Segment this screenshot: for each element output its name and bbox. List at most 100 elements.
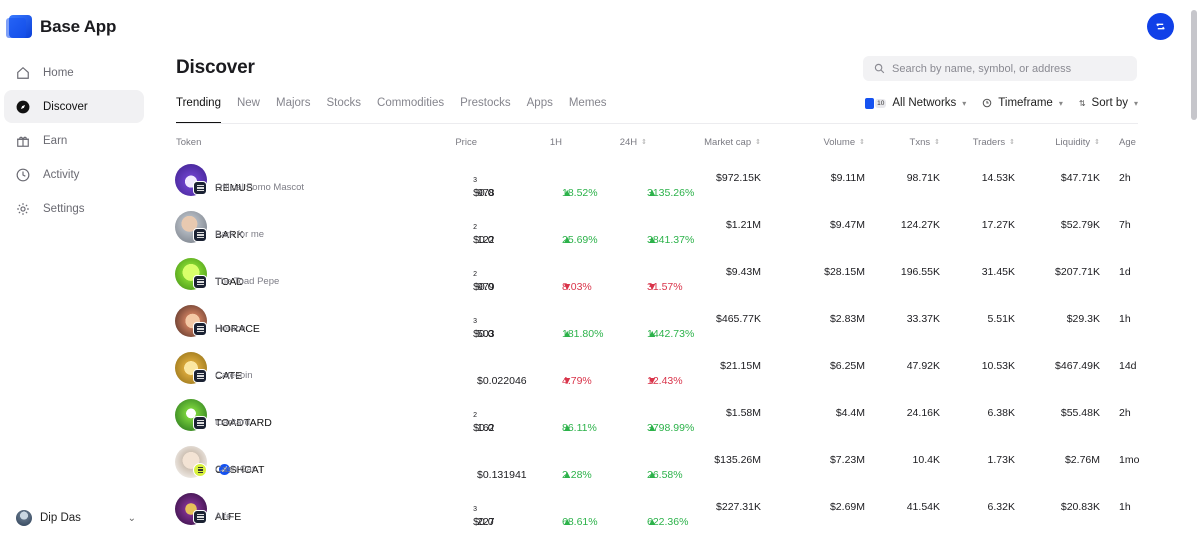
table-row[interactable]: ALFE Alfe $0.0 3 227 ▲ 68.61% ▲ 622.36% $227… <box>0 486 1200 533</box>
col-age[interactable]: Age <box>1119 137 1136 148</box>
sort-icon: ⇅ <box>1078 98 1086 108</box>
search-input[interactable] <box>892 62 1122 75</box>
sidebar-item-discover[interactable]: Discover <box>4 90 144 123</box>
col-volume[interactable]: Volume ⇕ <box>823 137 865 148</box>
age: 7h <box>1119 219 1131 231</box>
col-24h-label: 24H <box>619 137 638 148</box>
token-price: $0.0 3 503 <box>473 318 495 340</box>
market-cap: $1.58M <box>725 407 761 419</box>
swap-button[interactable] <box>1147 13 1174 40</box>
networks-count: 10 <box>875 98 887 108</box>
token-price: $0.0 3 978 <box>473 177 495 199</box>
filter-bar: 10 All Networks ▾ Timeframe ▾ ⇅ Sort by … <box>849 97 1138 109</box>
table-row[interactable]: REMUS Official Fomo Mascot $0.0 3 978 ▲ 18.… <box>0 157 1200 204</box>
volume: $6.25M <box>829 360 865 372</box>
col-liquidity[interactable]: Liquidity ⇕ <box>1055 137 1100 148</box>
table-row[interactable]: HORACE Horace $0.0 3 503 ▲ 181.80% ▲ 1442.73… <box>0 298 1200 345</box>
market-cap: $972.15K <box>716 172 761 184</box>
col-1h[interactable]: 1H <box>550 137 562 148</box>
home-icon <box>15 65 31 81</box>
age: 1d <box>1119 266 1131 278</box>
tab-stocks[interactable]: Stocks <box>327 97 362 124</box>
tab-memes[interactable]: Memes <box>569 97 607 124</box>
col-liquidity-label: Liquidity <box>1055 137 1091 148</box>
traders: 17.27K <box>981 219 1015 231</box>
sort-filter[interactable]: ⇅ Sort by ▾ <box>1079 97 1138 109</box>
base-logo-icon <box>6 15 32 38</box>
volume: $2.83M <box>829 313 865 325</box>
network-badge-icon <box>193 463 207 477</box>
market-cap: $9.43M <box>725 266 761 278</box>
chevron-down-icon: ▾ <box>1133 98 1138 108</box>
sidebar-item-label: Discover <box>43 100 88 113</box>
tab-trending[interactable]: Trending <box>176 97 221 124</box>
traders: 31.45K <box>981 266 1015 278</box>
token-table: REMUS Official Fomo Mascot $0.0 3 978 ▲ 18.… <box>0 157 1200 533</box>
txns: 41.54K <box>906 501 940 513</box>
table-row[interactable]: BARK Bark for me $0.0 2 122 ▲ 25.69% ▲ 3841.… <box>0 204 1200 251</box>
age: 14d <box>1119 360 1137 372</box>
txns: 24.16K <box>906 407 940 419</box>
tab-apps[interactable]: Apps <box>527 97 553 124</box>
table-row[interactable]: CASHCAT ✓ Cash Cat $0.131941 ▲ 2.28% ▲ 26.5… <box>0 439 1200 486</box>
age: 2h <box>1119 407 1131 419</box>
network-badge-icon <box>193 369 207 383</box>
market-cap: $21.15M <box>720 360 761 372</box>
traders: 1.73K <box>987 454 1015 466</box>
txns: 10.4K <box>912 454 940 466</box>
tab-prestocks[interactable]: Prestocks <box>460 97 511 124</box>
sort-icon: ⇕ <box>755 139 761 146</box>
col-token-label: Token <box>176 137 202 148</box>
table-row[interactable]: TOADTARD toadtard $0.0 2 162 ▲ 86.11% ▲ 3798… <box>0 392 1200 439</box>
volume: $2.69M <box>829 501 865 513</box>
network-badge-icon <box>193 228 207 242</box>
traders: 5.51K <box>987 313 1015 325</box>
col-24h[interactable]: 24H ⇕ <box>620 137 647 148</box>
sidebar-item-home[interactable]: Home <box>4 56 144 89</box>
traders: 6.32K <box>987 501 1015 513</box>
col-price-label: Price <box>455 137 477 148</box>
col-market-cap[interactable]: Market cap ⇕ <box>704 137 761 148</box>
app-logo[interactable]: Base App <box>6 15 117 38</box>
timeframe-filter[interactable]: Timeframe ▾ <box>982 97 1063 109</box>
networks-filter[interactable]: 10 All Networks ▾ <box>865 97 966 109</box>
volume: $9.11M <box>830 172 865 184</box>
age: 1h <box>1119 501 1131 513</box>
token-name: Bark for me <box>215 229 265 240</box>
tab-majors[interactable]: Majors <box>276 97 311 124</box>
col-price[interactable]: Price <box>455 137 477 148</box>
volume: $9.47M <box>829 219 865 231</box>
network-badge-icon <box>193 322 207 336</box>
table-header: Token Price 1H 24H ⇕ Market cap ⇕ Volume ⇕ … <box>0 137 1200 151</box>
token-name: toadtard <box>215 417 250 428</box>
token-name: Cash Cat <box>215 464 255 475</box>
age: 2h <box>1119 172 1131 184</box>
col-txns[interactable]: Txns ⇕ <box>910 137 940 148</box>
network-badge-icon <box>193 181 207 195</box>
token-name: Alfe <box>215 511 232 522</box>
col-traders[interactable]: Traders ⇕ <box>973 137 1015 148</box>
search-bar[interactable] <box>863 56 1137 81</box>
age: 1h <box>1119 313 1131 325</box>
table-row[interactable]: TOAD The Toad Pepe $0.0 2 979 ▼ 8.03% ▼ 31.5… <box>0 251 1200 298</box>
token-name: Official Fomo Mascot <box>215 182 305 193</box>
age: 1mo <box>1119 454 1140 466</box>
sort-icon: ⇕ <box>859 139 865 146</box>
col-token: Token <box>176 137 201 148</box>
liquidity: $2.76M <box>1064 454 1100 466</box>
txns: 47.92K <box>906 360 940 372</box>
table-row[interactable]: CATE Catecoin $0.022046 ▼ 4.79% ▼ 12.43% $… <box>0 345 1200 392</box>
network-icon <box>865 97 875 109</box>
txns: 98.71K <box>906 172 940 184</box>
app-name: Base App <box>40 16 117 36</box>
network-badge-icon <box>193 275 207 289</box>
page-scrollbar[interactable] <box>1191 10 1197 120</box>
chevron-down-icon: ▾ <box>962 98 967 108</box>
swap-icon <box>1156 23 1165 30</box>
token-name: Catecoin <box>215 370 253 381</box>
token-name: Horace <box>215 323 246 334</box>
networks-label: All Networks <box>892 97 957 109</box>
market-cap: $465.77K <box>716 313 761 325</box>
tab-commodities[interactable]: Commodities <box>377 97 444 124</box>
tab-new[interactable]: New <box>237 97 260 124</box>
